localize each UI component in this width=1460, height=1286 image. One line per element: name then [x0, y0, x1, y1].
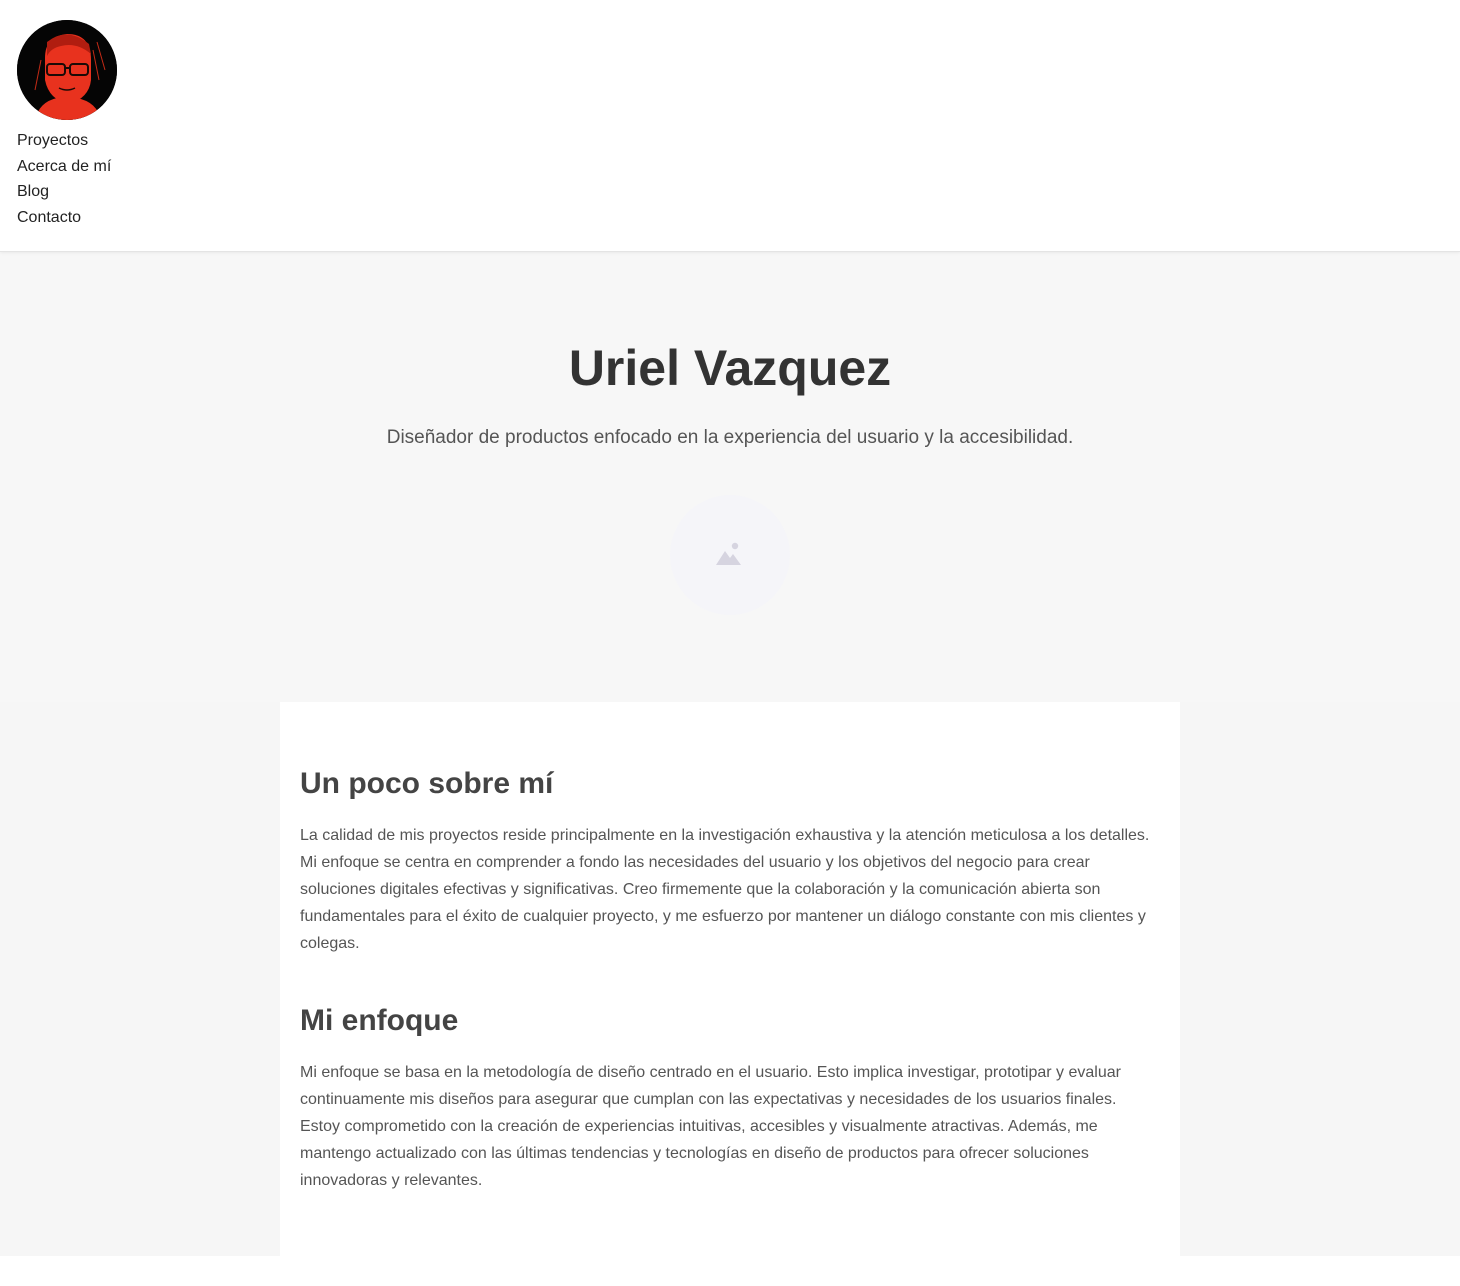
- main-nav: Proyectos Acerca de mí Blog Contacto: [17, 130, 111, 232]
- nav-item-blog[interactable]: Blog: [17, 181, 111, 207]
- hero-section: Uriel Vazquez Diseñador de productos enf…: [0, 252, 1460, 702]
- image-placeholder-icon: [716, 542, 741, 565]
- page-bottom: [0, 1256, 1460, 1286]
- about-title: Un poco sobre mí: [300, 767, 554, 800]
- hero-subtitle: Diseñador de productos enfocado en la ex…: [386, 427, 1074, 448]
- nav-item-proyectos[interactable]: Proyectos: [17, 130, 111, 156]
- site-header: Proyectos Acerca de mí Blog Contacto: [0, 0, 1460, 252]
- avatar-portrait-icon: [17, 20, 117, 120]
- avatar[interactable]: [17, 20, 117, 120]
- nav-item-acerca[interactable]: Acerca de mí: [17, 156, 111, 182]
- approach-text: Mi enfoque se basa en la metodología de …: [300, 1064, 1121, 1189]
- main-content: Un poco sobre mí La calidad de mis proye…: [280, 702, 1180, 1256]
- about-text: La calidad de mis proyectos reside princ…: [300, 827, 1150, 952]
- content-background: Un poco sobre mí La calidad de mis proye…: [0, 702, 1460, 1256]
- hero-image-placeholder: [670, 495, 790, 615]
- approach-title: Mi enfoque: [300, 1004, 459, 1037]
- hero-title: Uriel Vazquez: [568, 340, 892, 396]
- nav-item-contacto[interactable]: Contacto: [17, 207, 111, 233]
